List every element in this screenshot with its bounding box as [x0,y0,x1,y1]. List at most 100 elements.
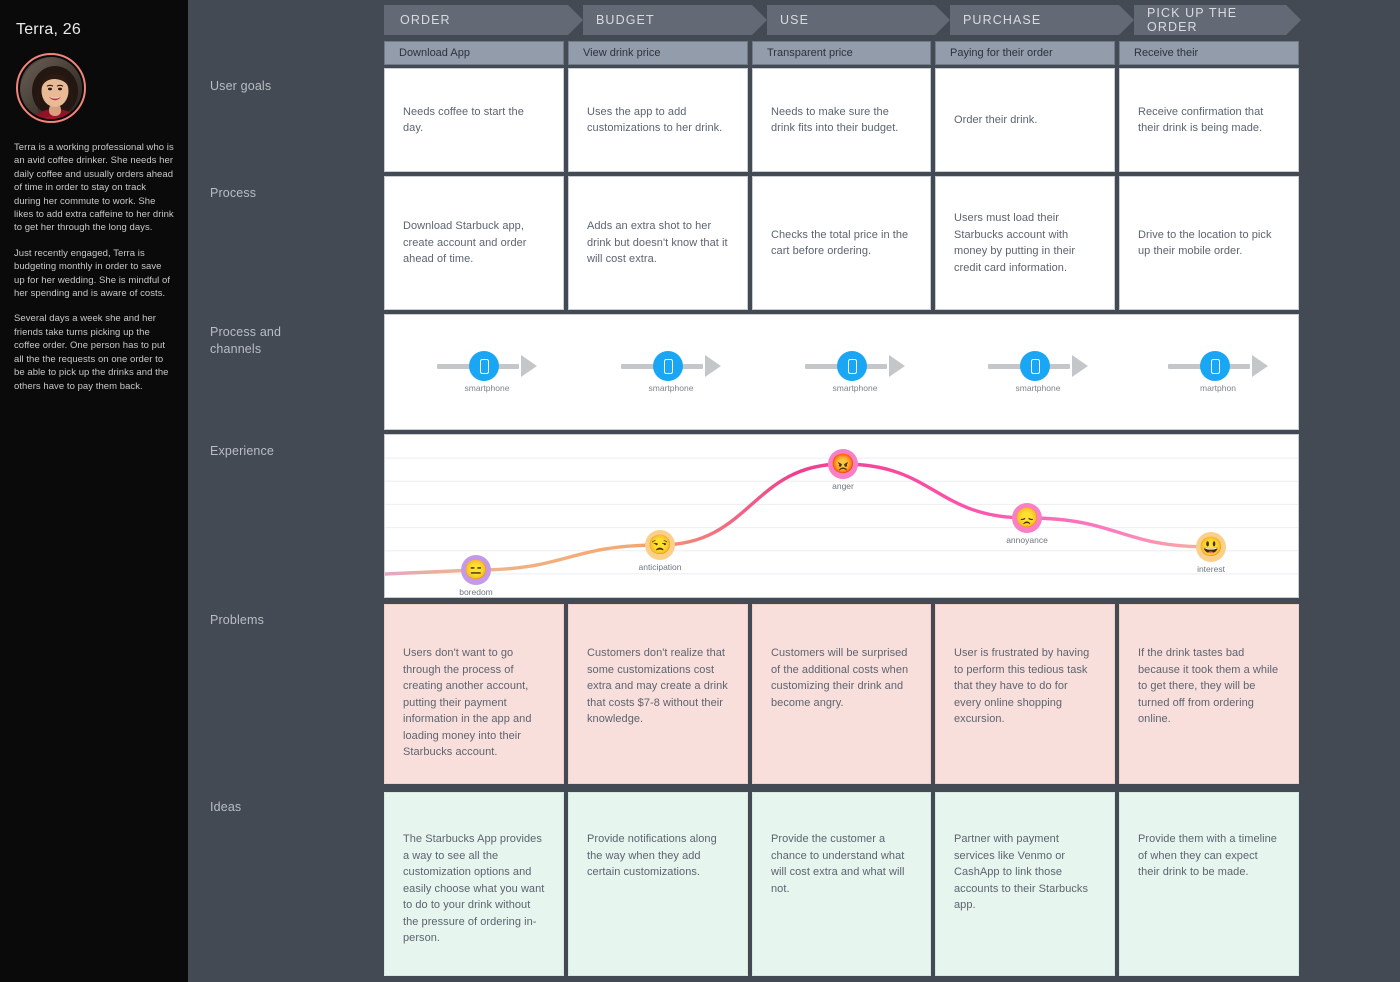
phase-subtitle-order[interactable]: Download App [384,41,564,65]
emotion-label: interest [1197,564,1225,574]
phase-subtitle-purchase[interactable]: Paying for their order [935,41,1115,65]
phone-glyph [1210,358,1220,374]
channel-arrow [1168,351,1268,381]
card-text: Partner with payment services like Venmo… [954,833,1089,911]
arrow-head-icon [521,355,537,377]
channel-purchase[interactable]: smartphone [956,315,1120,429]
channel-arrow [437,351,537,381]
smartphone-icon [653,351,683,381]
channel-label: smartphone [1015,383,1061,393]
process-card[interactable]: Users must load their Starbucks account … [935,176,1115,310]
card-text: Users don't want to go through the proce… [403,647,532,758]
problem-card[interactable]: Customers will be surprised of the addit… [752,604,931,784]
avatar [16,53,86,123]
phase-subtitle-text: View drink price [583,47,661,59]
channels-band: smartphone smartphone smartphone smartph… [384,314,1299,430]
phase-subtitle-text: Receive their [1134,47,1199,59]
channel-pick-up[interactable]: martphon [1136,315,1300,429]
card-text: Order their drink. [954,113,1038,126]
phase-header-pick-up-the-order[interactable]: PICK UP THE ORDER [1119,5,1301,35]
row-label-user-goals: User goals [210,79,272,93]
phase-arrow-icon [1286,5,1301,35]
problem-card[interactable]: If the drink tastes bad because it took … [1119,604,1299,784]
idea-card[interactable]: Provide the customer a chance to underst… [752,792,931,976]
phase-title: ORDER [400,13,451,27]
persona-bio-paragraph-2: Just recently engaged, Terra is budgetin… [14,247,171,300]
process-card[interactable]: Download Starbuck app, create account an… [384,176,564,310]
phase-subtitle-budget[interactable]: View drink price [568,41,748,65]
user-goal-card[interactable]: Order their drink. [935,68,1115,172]
persona-bio-paragraph-1: Terra is a working professional who is a… [14,142,174,234]
card-text: Provide them with a timeline of when the… [1138,833,1277,878]
channel-arrow [805,351,905,381]
idea-card[interactable]: Provide them with a timeline of when the… [1119,792,1299,976]
emotion-marker-boredom[interactable]: 😑 [461,555,491,585]
emotion-marker-interest[interactable]: 😃 [1196,532,1226,562]
experience-chart: 😑 boredom 😒 anticipation 😡 anger 😞 annoyance 😃 in… [384,434,1299,598]
emotion-marker-anger[interactable]: 😡 [828,449,858,479]
idea-card[interactable]: The Starbucks App provides a way to see … [384,792,564,976]
channel-label: smartphone [464,383,510,393]
emotion-label: boredom [459,587,493,597]
persona-sidebar: Terra, 26 Terra is a working professiona… [0,0,188,982]
channel-label: smartphone [832,383,878,393]
avatar-photo [20,57,82,119]
card-text: User is frustrated by having to perform … [954,647,1090,725]
process-card[interactable]: Checks the total price in the cart befor… [752,176,931,310]
phase-subtitle-use[interactable]: Transparent price [752,41,931,65]
phase-subtitle-pick-up[interactable]: Receive their [1119,41,1299,65]
arrow-head-icon [889,355,905,377]
smartphone-icon [1020,351,1050,381]
avatar-illustration [20,57,82,119]
card-text: Download Starbuck app, create account an… [403,220,527,266]
process-card[interactable]: Adds an extra shot to her drink but does… [568,176,748,310]
smartphone-icon [1200,351,1230,381]
journey-map-canvas: Terra, 26 Terra is a working professiona… [0,0,1400,982]
phase-header-use[interactable]: USE [752,5,950,35]
process-card[interactable]: Drive to the location to pick up their m… [1119,176,1299,310]
card-text: Checks the total price in the cart befor… [771,228,909,258]
phase-notch-icon [568,5,583,35]
channel-arrow [621,351,721,381]
emotion-marker-anticipation[interactable]: 😒 [645,530,675,560]
idea-card[interactable]: Provide notifications along the way when… [568,792,748,976]
phone-glyph [847,358,857,374]
problem-card[interactable]: User is frustrated by having to perform … [935,604,1115,784]
card-text: Receive confirmation that their drink is… [1138,105,1264,135]
user-goal-card[interactable]: Needs coffee to start the day. [384,68,564,172]
phase-header-budget[interactable]: BUDGET [568,5,767,35]
user-goal-card[interactable]: Uses the app to add customizations to he… [568,68,748,172]
channel-budget[interactable]: smartphone [589,315,753,429]
phase-header-order[interactable]: ORDER [384,5,583,35]
journey-board: User goals Process Process and channels … [188,0,1400,982]
card-text: Customers will be surprised of the addit… [771,647,909,709]
emotion-label: anticipation [638,562,682,572]
channel-label: smartphone [648,383,694,393]
idea-card[interactable]: Partner with payment services like Venmo… [935,792,1115,976]
arrow-head-icon [705,355,721,377]
channel-order[interactable]: smartphone [405,315,569,429]
persona-bio-paragraph-3: Several days a week she and her friends … [14,313,169,392]
channel-use[interactable]: smartphone [773,315,937,429]
experience-curve [385,462,1213,576]
user-goal-card[interactable]: Receive confirmation that their drink is… [1119,68,1299,172]
card-text: Provide the customer a chance to underst… [771,833,905,895]
phase-title: USE [780,13,810,27]
emotion-marker-annoyance[interactable]: 😞 [1012,503,1042,533]
user-goal-card[interactable]: Needs to make sure the drink fits into t… [752,68,931,172]
emotion-label: annoyance [1006,535,1048,545]
row-label-ideas: Ideas [210,800,242,814]
card-text: Users must load their Starbucks account … [954,212,1076,274]
card-text: Adds an extra shot to her drink but does… [587,220,728,266]
phone-glyph [663,358,673,374]
problem-card[interactable]: Customers don't realize that some custom… [568,604,748,784]
phase-subtitle-text: Paying for their order [950,47,1053,59]
problem-card[interactable]: Users don't want to go through the proce… [384,604,564,784]
phase-header-purchase[interactable]: PURCHASE [935,5,1134,35]
persona-name: Terra, 26 [16,21,81,38]
card-text: Needs to make sure the drink fits into t… [771,105,899,135]
smartphone-icon [837,351,867,381]
card-text: Drive to the location to pick up their m… [1138,228,1272,258]
card-text: If the drink tastes bad because it took … [1138,647,1279,725]
arrow-head-icon [1072,355,1088,377]
